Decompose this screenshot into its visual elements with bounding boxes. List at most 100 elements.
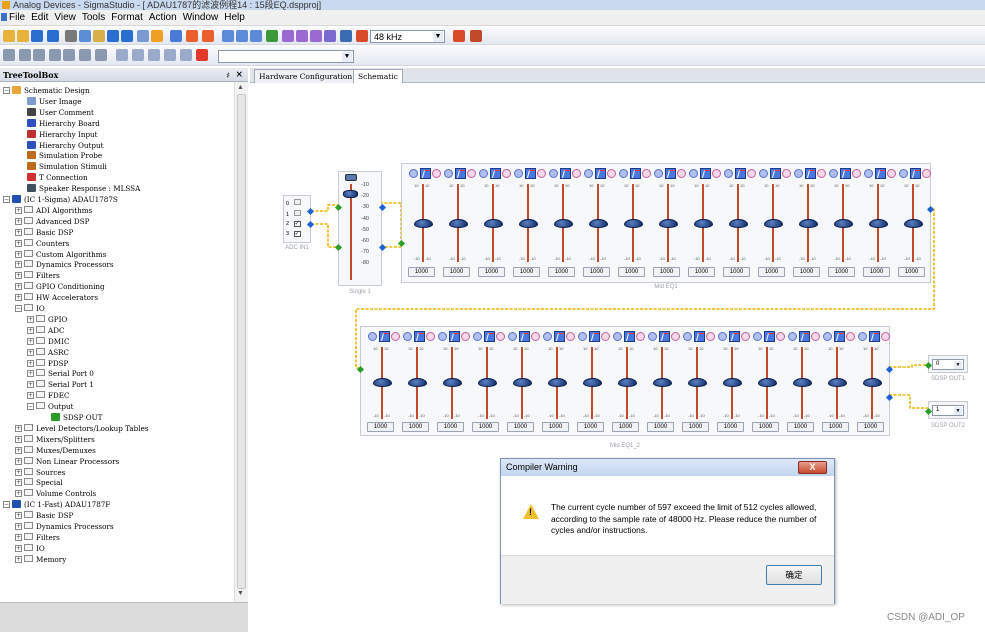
bypass-icon[interactable] xyxy=(578,332,587,341)
eq-band-gain-knob[interactable] xyxy=(834,219,853,228)
filter-curve-icon[interactable] xyxy=(525,168,536,179)
eq-band-gain-knob[interactable] xyxy=(513,378,532,387)
tree-item[interactable]: + Special xyxy=(15,477,63,488)
tree-item[interactable]: Hierarchy Output xyxy=(27,140,104,151)
redo-icon[interactable] xyxy=(121,30,133,42)
eq-band-frequency-value[interactable]: 1000 xyxy=(787,422,814,432)
eq-band-frequency-value[interactable]: 1000 xyxy=(682,422,709,432)
pin-icon[interactable]: ♯ xyxy=(226,68,230,82)
open-icon[interactable] xyxy=(17,30,29,42)
filter-curve-icon[interactable] xyxy=(630,168,641,179)
bypass-icon[interactable] xyxy=(654,169,663,178)
phase-icon[interactable] xyxy=(642,169,651,178)
phase-icon[interactable] xyxy=(391,332,400,341)
eq-band-gain-knob[interactable] xyxy=(799,219,818,228)
bypass-icon[interactable] xyxy=(864,169,873,178)
tree-item[interactable]: − Output xyxy=(27,401,74,412)
bypass-icon[interactable] xyxy=(823,332,832,341)
eq-band[interactable]: 10 -10 10 -10 1000 xyxy=(542,331,575,434)
eq-band[interactable]: 10 -10 10 -10 1000 xyxy=(793,168,826,279)
tree-item[interactable]: + Filters xyxy=(15,532,60,543)
link-mode-icon[interactable] xyxy=(170,30,182,42)
adc-in1-block[interactable]: 0 1 2 ✓ 3 ✓ xyxy=(283,195,315,243)
tree-item[interactable]: + Non Linear Processors xyxy=(15,456,119,467)
expand-icon[interactable]: + xyxy=(15,424,22,432)
eq-band-frequency-value[interactable]: 1000 xyxy=(478,267,505,277)
filter-curve-icon[interactable] xyxy=(484,331,495,342)
copy-icon[interactable] xyxy=(79,30,91,42)
tree-item[interactable]: − IO xyxy=(15,303,45,314)
tree-item[interactable]: − (IC 1-Sigma) ADAU1787S xyxy=(3,194,118,205)
tree-item[interactable]: + Dynamics Processors xyxy=(15,259,114,270)
menu-file[interactable]: File xyxy=(9,10,25,26)
collapse-icon[interactable]: − xyxy=(3,87,10,94)
eq-band-gain-knob[interactable] xyxy=(449,219,468,228)
eq-band-frequency-value[interactable]: 1000 xyxy=(758,267,785,277)
bypass-icon[interactable] xyxy=(403,332,412,341)
tree-item[interactable]: User Image xyxy=(27,96,82,107)
eq-band-frequency-value[interactable]: 1000 xyxy=(513,267,540,277)
eq-band[interactable]: 10 -10 10 -10 1000 xyxy=(548,168,581,279)
object-select[interactable]: ▼ xyxy=(218,50,354,63)
phase-icon[interactable] xyxy=(426,332,435,341)
scroll-up-icon[interactable]: ▲ xyxy=(237,84,244,91)
eq-band-gain-knob[interactable] xyxy=(478,378,497,387)
eq-band-frequency-value[interactable]: 1000 xyxy=(898,267,925,277)
block-icon-1[interactable] xyxy=(116,49,128,61)
tree-item[interactable]: + Level Detectors/Lookup Tables xyxy=(15,423,149,434)
filter-curve-icon[interactable] xyxy=(694,331,705,342)
simulate-icon[interactable] xyxy=(310,30,322,42)
expand-icon[interactable]: + xyxy=(15,250,22,258)
single1-slider-knob[interactable] xyxy=(343,190,358,198)
eq-band[interactable]: 10 -10 10 -10 1000 xyxy=(723,168,756,279)
tree-item[interactable]: − Schematic Design xyxy=(3,85,90,96)
expand-icon[interactable]: + xyxy=(15,272,22,280)
tree-item[interactable]: + HW Accelerators xyxy=(15,292,98,303)
eq-band[interactable]: 10 -10 10 -10 1000 xyxy=(437,331,470,434)
expand-icon[interactable]: + xyxy=(27,392,34,400)
eq-band[interactable]: 10 -10 10 -10 1000 xyxy=(583,168,616,279)
dialog-close-button[interactable]: X xyxy=(798,461,827,474)
bypass-icon[interactable] xyxy=(479,169,488,178)
eq-band-gain-knob[interactable] xyxy=(659,219,678,228)
eq-band[interactable]: 10 -10 10 -10 1000 xyxy=(752,331,785,434)
link-compile-download-icon[interactable] xyxy=(266,30,278,42)
eq-band-gain-knob[interactable] xyxy=(869,219,888,228)
phase-icon[interactable] xyxy=(852,169,861,178)
phase-icon[interactable] xyxy=(601,332,610,341)
sample-rate-select[interactable]: 48 kHz ▼ xyxy=(370,30,445,43)
align-middle-icon[interactable] xyxy=(33,49,45,61)
expand-icon[interactable]: + xyxy=(15,533,22,541)
eq-band[interactable]: 10 -10 10 -10 1000 xyxy=(758,168,791,279)
tree-item[interactable]: + IO xyxy=(15,543,45,554)
phase-icon[interactable] xyxy=(636,332,645,341)
menu-tools[interactable]: Tools xyxy=(82,10,105,26)
phase-icon[interactable] xyxy=(747,169,756,178)
eq-band-frequency-value[interactable]: 1000 xyxy=(752,422,779,432)
expand-icon[interactable]: + xyxy=(15,283,22,291)
expand-icon[interactable]: + xyxy=(27,370,34,378)
eq-band-frequency-value[interactable]: 1000 xyxy=(857,422,884,432)
bypass-icon[interactable] xyxy=(788,332,797,341)
filter-curve-icon[interactable] xyxy=(624,331,635,342)
layout-icon[interactable] xyxy=(3,49,15,61)
scroll-thumb[interactable] xyxy=(237,94,246,589)
align-right-icon[interactable] xyxy=(250,30,262,42)
eq-band-frequency-value[interactable]: 1000 xyxy=(863,267,890,277)
eq-band[interactable]: 10 -10 10 -10 1000 xyxy=(653,168,686,279)
expand-icon[interactable]: + xyxy=(15,544,22,552)
expand-icon[interactable]: + xyxy=(15,490,22,498)
tree-item[interactable]: + Sources xyxy=(15,467,65,478)
eq-band-frequency-value[interactable]: 1000 xyxy=(472,422,499,432)
phase-icon[interactable] xyxy=(881,332,890,341)
expand-icon[interactable]: + xyxy=(15,555,22,563)
eq-band-gain-knob[interactable] xyxy=(443,378,462,387)
eq-band[interactable]: 10 -10 10 -10 1000 xyxy=(507,331,540,434)
expand-icon[interactable]: + xyxy=(27,337,34,345)
eq-band[interactable]: 10 -10 10 -10 1000 xyxy=(513,168,546,279)
eq-band-frequency-value[interactable]: 1000 xyxy=(408,267,435,277)
tree-scrollbar[interactable]: ▲ ▼ xyxy=(234,82,248,602)
scroll-down-icon[interactable]: ▼ xyxy=(237,590,244,597)
phase-icon[interactable] xyxy=(607,169,616,178)
collapse-icon[interactable]: − xyxy=(3,196,10,203)
